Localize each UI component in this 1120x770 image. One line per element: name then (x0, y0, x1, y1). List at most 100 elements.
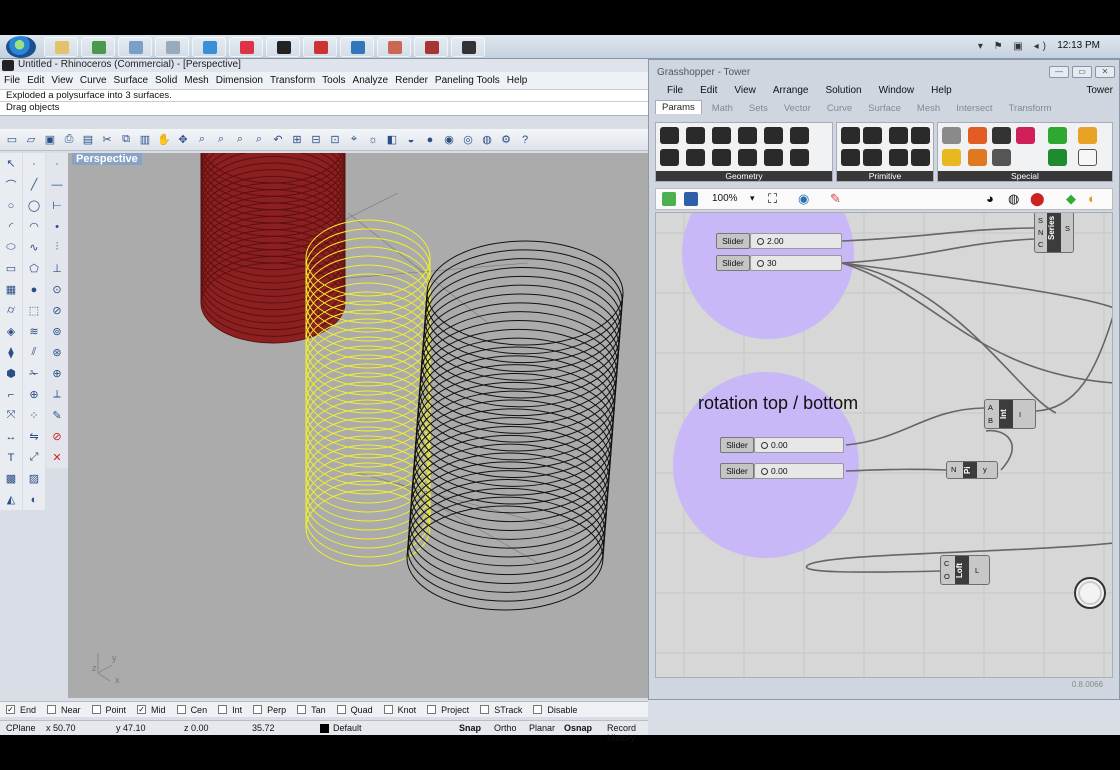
osnap-cen[interactable]: Cen (176, 705, 207, 715)
curve-param-icon[interactable] (712, 127, 731, 144)
hatch-icon[interactable]: ▨ (24, 468, 44, 489)
gh-tab-transform[interactable]: Transform (1009, 103, 1052, 114)
close-button[interactable]: ✕ (1095, 66, 1115, 78)
checkbox[interactable] (383, 705, 393, 714)
undo-view-icon[interactable]: ↶ (270, 132, 286, 148)
circle-3pt-icon[interactable]: ◯ (24, 195, 44, 216)
dot-icon[interactable]: • (47, 216, 67, 237)
rotate-view-icon[interactable]: ✥ (175, 132, 191, 148)
group-1-blob[interactable] (682, 213, 854, 339)
text-param-icon[interactable] (863, 149, 882, 166)
open-icon[interactable] (662, 192, 676, 206)
point-param-icon[interactable] (660, 127, 679, 144)
gh-tab-mesh[interactable]: Mesh (917, 103, 940, 114)
dimension-icon[interactable]: ↔ (1, 426, 21, 447)
gh-tab-sets[interactable]: Sets (749, 103, 768, 114)
checkbox[interactable] (427, 705, 437, 714)
checkbox[interactable] (176, 705, 186, 714)
slider-value[interactable]: 0.00 (754, 437, 844, 453)
grid-icon[interactable]: ⊡ (327, 132, 343, 148)
osnap-knot[interactable]: Knot (383, 705, 416, 715)
cut-icon[interactable]: ✂ (99, 132, 115, 148)
preview-off-icon[interactable]: ◕ (986, 191, 994, 206)
dim-line-icon[interactable]: ⊥ (47, 258, 67, 279)
scale-icon[interactable]: ⤢ (24, 447, 44, 468)
pan-icon[interactable]: ✋ (156, 132, 172, 148)
black-cylinder[interactable] (406, 240, 624, 611)
perspective-viewport[interactable]: z y x Perspective (68, 153, 648, 698)
series-component[interactable]: S N C Series S (1034, 213, 1074, 253)
mail-app[interactable] (266, 37, 300, 57)
polygon-icon[interactable]: ⬠ (24, 258, 44, 279)
ie-app[interactable] (192, 37, 226, 57)
material-icon[interactable]: ◒ (403, 132, 419, 148)
slider-value[interactable]: 30 (750, 255, 842, 271)
shaded-icon[interactable]: ◉ (441, 132, 457, 148)
osnap-point[interactable]: Point (91, 705, 126, 715)
boolean-icon[interactable]: ⧫ (1, 342, 21, 363)
wireframe-icon[interactable]: ◍ (1008, 191, 1019, 207)
loft-icon[interactable]: ≋ (24, 321, 44, 342)
osnap-strack[interactable]: STrack (480, 705, 522, 715)
slider-rotation-top[interactable]: Slider 0.00 (720, 437, 844, 453)
field-param-icon[interactable] (790, 149, 809, 166)
zoom-select[interactable]: 100% (712, 193, 738, 204)
tangent-icon[interactable]: ⊘ (47, 300, 67, 321)
slider-factor[interactable]: Slider 2.00 (716, 233, 842, 249)
help-icon[interactable]: ? (517, 132, 533, 148)
menu-view[interactable]: View (51, 75, 80, 86)
gh-canvas[interactable]: rotation top / bottom Slider 2.00 Slider… (655, 212, 1113, 678)
fillet-icon[interactable]: ⌐ (1, 384, 21, 405)
gh-menu-view[interactable]: View (734, 85, 756, 96)
gh-doc-name[interactable]: Tower (1086, 85, 1119, 96)
osnap-near[interactable]: Near (47, 705, 81, 715)
menu-mesh[interactable]: Mesh (184, 75, 215, 86)
mesh-param-icon[interactable] (738, 149, 757, 166)
bezier-icon[interactable] (1078, 149, 1097, 166)
scribble-icon[interactable] (942, 149, 961, 166)
box-icon[interactable]: ▦ (1, 279, 21, 300)
panel-icon[interactable] (992, 127, 1011, 144)
output-pin[interactable]: y (983, 465, 987, 474)
network-app[interactable] (340, 37, 374, 57)
colour-param-icon[interactable] (889, 149, 908, 166)
rectangle-icon[interactable]: ▭ (1, 258, 21, 279)
circle-icon[interactable]: ○ (1, 195, 21, 216)
vector-param-icon[interactable] (660, 149, 679, 166)
join-icon[interactable]: ⊕ (24, 384, 44, 405)
osnap-quad[interactable]: Quad (336, 705, 373, 715)
array-icon[interactable]: ⁘ (24, 405, 44, 426)
select-icon[interactable]: ⌖ (346, 132, 362, 148)
gh-tab-vector[interactable]: Vector (784, 103, 811, 114)
input-pin[interactable]: B (988, 416, 993, 425)
render-tool-icon[interactable]: ◐ (24, 489, 44, 510)
pen-icon[interactable]: ✎ (47, 405, 67, 426)
preview-eye-icon[interactable]: ◉ (798, 191, 809, 207)
list-icon[interactable] (992, 149, 1011, 166)
checkbox[interactable] (47, 705, 57, 714)
menu-analyze[interactable]: Analyze (353, 75, 396, 86)
output-pin[interactable]: S (1065, 224, 1070, 233)
transform-icon[interactable]: ⤧ (1, 405, 21, 426)
extrude-icon[interactable]: ⬚ (24, 300, 44, 321)
render-icon[interactable]: ● (422, 132, 438, 148)
record-history-toggle[interactable]: Record History (607, 723, 648, 743)
osnap-toggle[interactable]: Osnap (564, 723, 592, 733)
viewport-title[interactable]: Perspective (72, 153, 142, 165)
pi-component[interactable]: N Pi y (946, 461, 998, 479)
menu-tools[interactable]: Tools (322, 75, 352, 86)
light-icon[interactable]: ☼ (365, 132, 381, 148)
menu-edit[interactable]: Edit (27, 75, 51, 86)
start-button[interactable] (6, 36, 36, 58)
osnap-end[interactable]: ✓ End (6, 705, 36, 715)
horizontal-line-icon[interactable]: — (47, 174, 67, 195)
circle-param-icon[interactable] (686, 127, 705, 144)
checkbox[interactable]: ✓ (137, 705, 147, 714)
paste-icon[interactable]: ▥ (137, 132, 153, 148)
checkbox[interactable] (533, 705, 543, 714)
zoom-window-icon[interactable]: ⌕ (213, 132, 229, 148)
layer-swatch[interactable] (320, 724, 329, 733)
slider-count[interactable]: Slider 30 (716, 255, 842, 271)
planar-toggle[interactable]: Planar (529, 723, 555, 733)
osnap-disable[interactable]: Disable (533, 705, 577, 715)
